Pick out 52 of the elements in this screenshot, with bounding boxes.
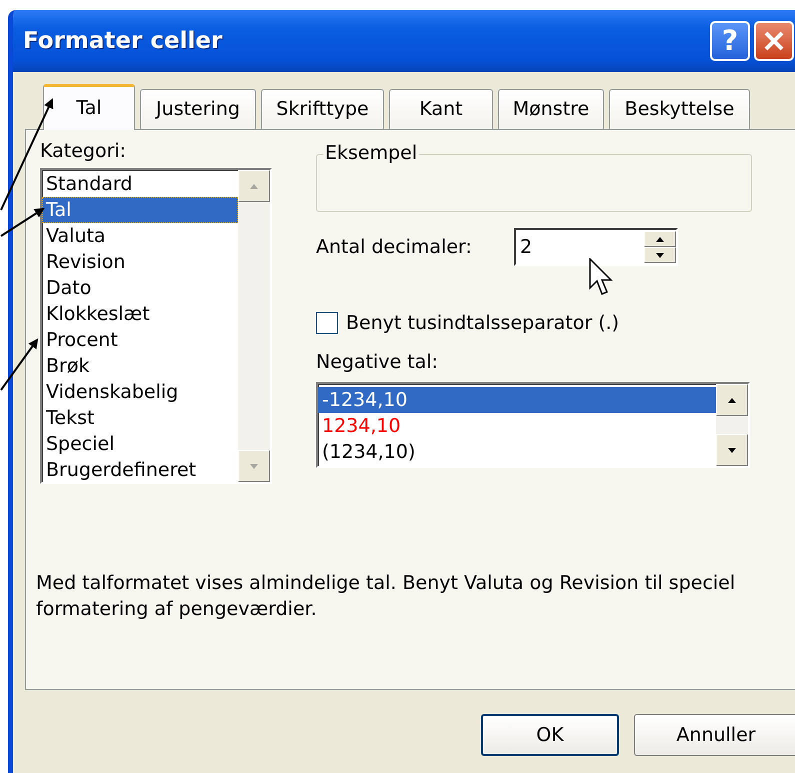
cursor-icon bbox=[589, 258, 613, 298]
list-item[interactable]: Revision bbox=[42, 249, 238, 275]
list-item[interactable]: (1234,10) bbox=[318, 439, 716, 465]
scroll-up-button[interactable] bbox=[238, 170, 270, 202]
list-item[interactable]: Klokkeslæt bbox=[42, 301, 238, 327]
list-item[interactable]: Valuta bbox=[42, 223, 238, 249]
up-arrow-icon bbox=[250, 184, 258, 188]
list-item[interactable]: Procent bbox=[42, 327, 238, 353]
checkbox-label: Benyt tusindtalsseparator (.) bbox=[346, 312, 620, 334]
spin-up-button[interactable] bbox=[644, 231, 676, 247]
list-item[interactable]: Brøk bbox=[42, 353, 238, 379]
list-item[interactable]: 1234,10 bbox=[318, 413, 716, 439]
up-arrow-icon bbox=[656, 236, 664, 242]
tab[interactable]: Justering bbox=[140, 89, 256, 129]
category-label: Kategori: bbox=[40, 140, 128, 162]
list-item[interactable]: Standard bbox=[42, 171, 238, 197]
decimals-spinner[interactable]: 2 bbox=[514, 228, 678, 266]
tab[interactable]: Beskyttelse bbox=[609, 89, 750, 129]
scroll-down-button[interactable] bbox=[238, 450, 270, 482]
list-item[interactable]: Dato bbox=[42, 275, 238, 301]
checkbox[interactable] bbox=[316, 312, 338, 334]
close-icon bbox=[763, 30, 785, 52]
list-item[interactable]: Tal bbox=[42, 197, 238, 223]
negative-numbers-list[interactable]: -1234,10 1234,10 (1234,10) bbox=[316, 382, 750, 468]
list-item[interactable]: Videnskabelig bbox=[42, 379, 238, 405]
decimals-field[interactable]: 2 bbox=[516, 232, 644, 262]
scroll-up-button[interactable] bbox=[716, 384, 748, 416]
tab[interactable]: Tal bbox=[43, 84, 135, 130]
scroll-down-button[interactable] bbox=[716, 434, 748, 466]
category-list[interactable]: Standard Tal Valuta Revision Dato Klokkeslæt Procent Brøk Videnskabelig Tekst Speciel Brugerdefineret bbox=[40, 168, 272, 484]
decimals-label: Antal decimaler: bbox=[316, 236, 473, 258]
list-item[interactable]: Tekst bbox=[42, 405, 238, 431]
up-arrow-icon bbox=[728, 398, 736, 402]
dialog-button[interactable]: OK bbox=[481, 714, 619, 756]
list-item[interactable]: Speciel bbox=[42, 431, 238, 457]
help-button[interactable]: ? bbox=[710, 21, 750, 61]
window-title: Formater celler bbox=[23, 26, 224, 56]
down-arrow-icon bbox=[250, 464, 258, 468]
annotation-arrow bbox=[0, 338, 38, 391]
close-button[interactable] bbox=[754, 21, 794, 61]
down-arrow-icon bbox=[728, 448, 736, 452]
tab[interactable]: Skrifttype bbox=[261, 89, 384, 129]
description-text: Med talformatet vises almindelige tal. Benyt Valuta og Revision til speciel formatering af pengeværdier. bbox=[36, 571, 736, 622]
dialog-button[interactable]: Annuller bbox=[634, 714, 795, 756]
negative-numbers-label: Negative tal: bbox=[316, 351, 440, 373]
down-arrow-icon bbox=[656, 252, 664, 258]
group-title: Eksempel bbox=[323, 142, 420, 164]
list-item[interactable]: Brugerdefineret bbox=[42, 457, 238, 483]
tab[interactable]: Mønstre bbox=[498, 89, 604, 129]
spin-down-button[interactable] bbox=[644, 247, 676, 263]
list-item[interactable]: -1234,10 bbox=[318, 387, 716, 413]
tab[interactable]: Kant bbox=[389, 89, 493, 129]
